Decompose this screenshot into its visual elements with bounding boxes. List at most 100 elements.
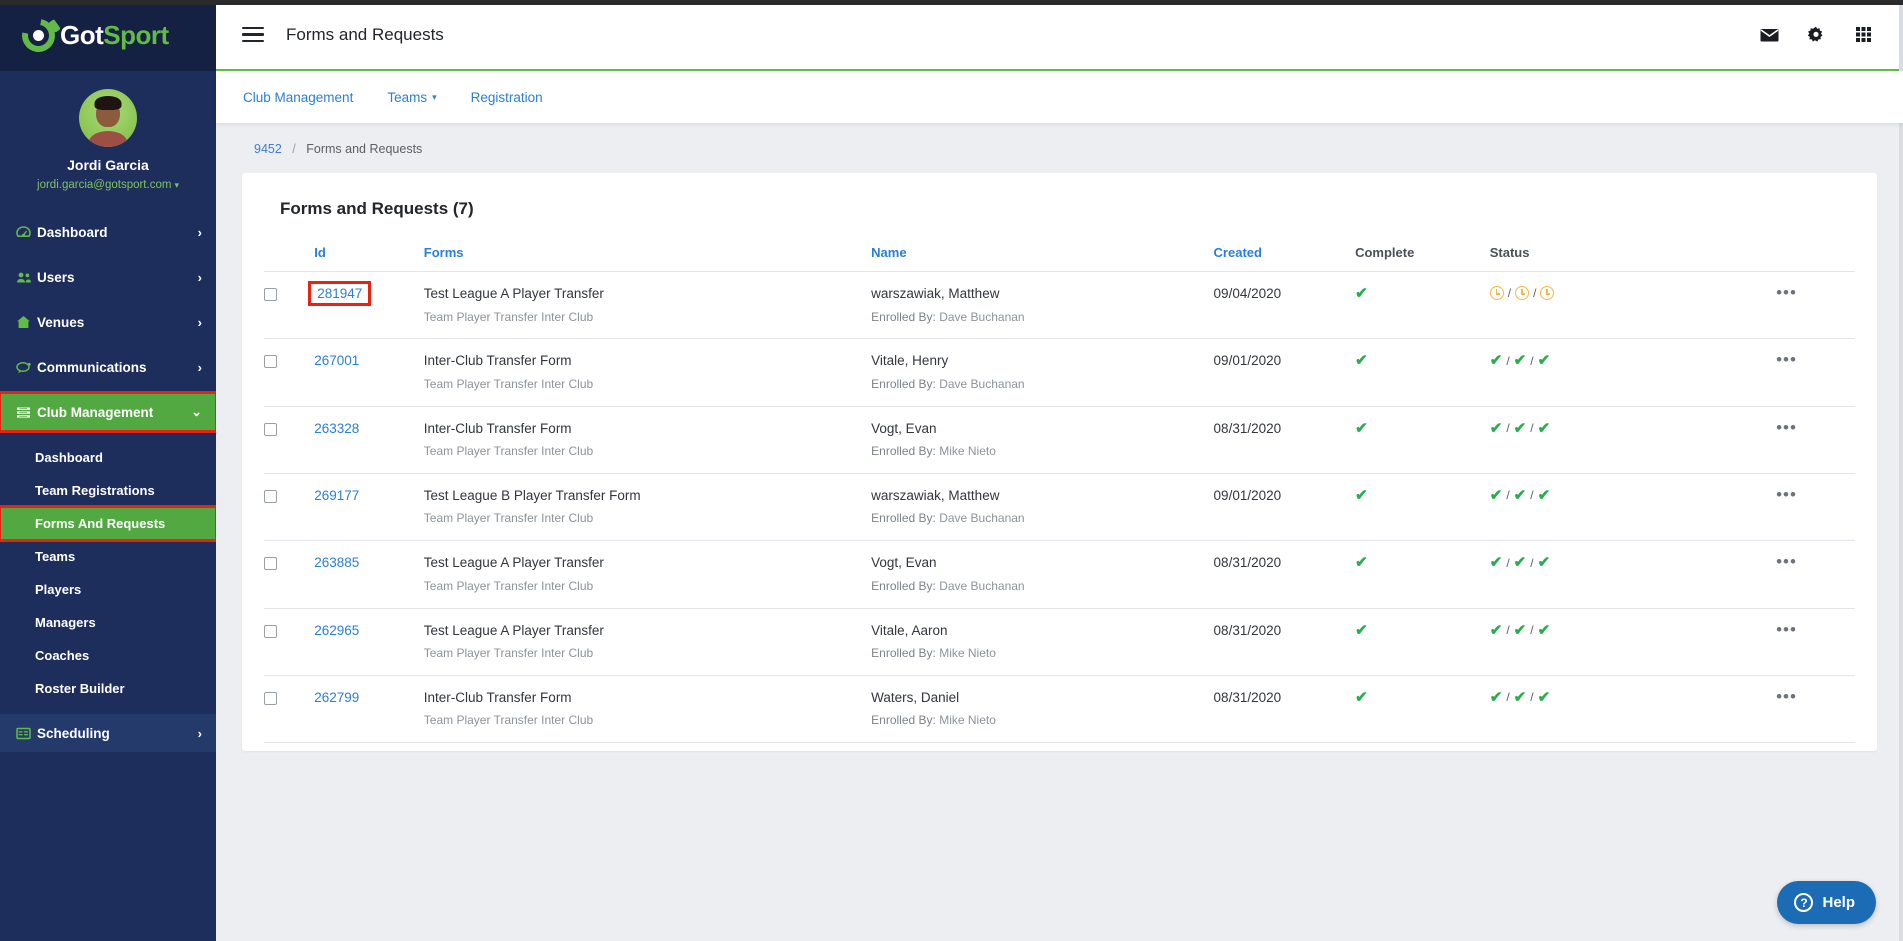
row-actions-menu-button[interactable]: ••• bbox=[1776, 687, 1797, 706]
row-person-name: warszawiak, Matthew bbox=[871, 286, 1000, 301]
row-actions-cell: ••• bbox=[1717, 271, 1855, 340]
row-form-name: Test League B Player Transfer Form bbox=[423, 487, 641, 503]
table-row: 262965 Test League A Player Transfer Team … bbox=[264, 608, 1855, 676]
subnav-item-teams[interactable]: Teams ▾ bbox=[387, 90, 436, 105]
row-created-cell: 09/01/2020 bbox=[1213, 473, 1356, 542]
profile-email-dropdown[interactable]: jordi.garcia@gotsport.com ▾ bbox=[0, 179, 216, 191]
row-id-cell: 269177 bbox=[314, 473, 424, 542]
row-checkbox[interactable] bbox=[264, 691, 277, 705]
row-actions-menu-button[interactable]: ••• bbox=[1776, 485, 1797, 504]
row-id-link[interactable]: 269177 bbox=[314, 488, 359, 503]
row-actions-menu-button[interactable]: ••• bbox=[1776, 552, 1797, 571]
row-select-cell bbox=[264, 406, 315, 474]
sidebar-item-managers[interactable]: Managers bbox=[0, 606, 216, 639]
row-id-link[interactable]: 262799 bbox=[314, 690, 359, 705]
row-name-cell: Vitale, Henry Enrolled By: Dave Buchanan bbox=[871, 338, 1214, 407]
sidebar-label-users: Users bbox=[37, 269, 75, 285]
status-approved-check-icon: ✔ bbox=[1513, 352, 1527, 370]
sidebar-item-roster-builder[interactable]: Roster Builder bbox=[0, 672, 216, 705]
row-checkbox[interactable] bbox=[264, 489, 277, 503]
sidebar-item-cm-dashboard[interactable]: Dashboard bbox=[0, 441, 216, 474]
row-id-link[interactable]: 263328 bbox=[314, 421, 359, 436]
subnav-item-club-management[interactable]: Club Management bbox=[243, 90, 353, 105]
row-person-name: warszawiak, Matthew bbox=[871, 487, 1000, 503]
sidebar-item-forms-and-requests[interactable]: Forms And Requests bbox=[0, 505, 216, 542]
page-scrollbar[interactable] bbox=[1899, 0, 1903, 941]
column-header-id[interactable]: Id bbox=[314, 245, 424, 272]
table-row: 267001 Inter-Club Transfer Form Team Playe… bbox=[264, 338, 1855, 407]
subnav-item-registration[interactable]: Registration bbox=[471, 90, 543, 105]
avatar[interactable] bbox=[79, 89, 137, 147]
sidebar: GotSport Jordi Garcia jordi.garcia@gotsp… bbox=[0, 0, 216, 941]
row-actions-menu-button[interactable]: ••• bbox=[1776, 418, 1797, 437]
row-id-link[interactable]: 263885 bbox=[314, 555, 359, 570]
row-created-cell: 09/01/2020 bbox=[1213, 338, 1356, 407]
table-row: 262799 Inter-Club Transfer Form Team Playe… bbox=[264, 675, 1855, 744]
row-created-cell: 08/31/2020 bbox=[1213, 540, 1356, 609]
gear-icon[interactable] bbox=[1806, 25, 1826, 45]
id-wrapper: 269177 bbox=[314, 488, 359, 503]
brand-logo[interactable]: GotSport bbox=[0, 0, 216, 71]
row-status-cell: ✔ / ✔ / ✔ bbox=[1489, 675, 1718, 744]
row-enrolled-by: Enrolled By: Mike Nieto bbox=[871, 646, 996, 661]
mail-icon[interactable] bbox=[1759, 25, 1779, 45]
sidebar-item-venues[interactable]: Venues › bbox=[0, 303, 216, 341]
row-actions-menu-button[interactable]: ••• bbox=[1776, 350, 1797, 369]
sidebar-item-team-registrations[interactable]: Team Registrations bbox=[0, 474, 216, 507]
subnav-label-teams: Teams bbox=[387, 89, 428, 105]
row-checkbox[interactable] bbox=[264, 355, 277, 369]
sidebar-item-players[interactable]: Players bbox=[0, 573, 216, 606]
status-separator: / bbox=[1506, 623, 1510, 638]
status-approved-check-icon: ✔ bbox=[1513, 554, 1527, 572]
status-pending-clock-icon bbox=[1540, 286, 1555, 300]
row-created-cell: 08/31/2020 bbox=[1213, 406, 1356, 474]
sidebar-item-club-management[interactable]: Club Management ⌄ bbox=[0, 391, 216, 433]
sidebar-item-teams[interactable]: Teams bbox=[0, 540, 216, 573]
top-header-icons bbox=[1759, 25, 1873, 45]
sidebar-label-scheduling: Scheduling bbox=[37, 725, 110, 741]
breadcrumb: 9452 / Forms and Requests bbox=[242, 123, 1877, 173]
row-checkbox[interactable] bbox=[264, 557, 277, 571]
breadcrumb-root-link[interactable]: 9452 bbox=[254, 142, 282, 156]
column-header-created[interactable]: Created bbox=[1213, 245, 1356, 272]
sidebar-item-dashboard[interactable]: Dashboard › bbox=[0, 213, 216, 251]
sidebar-item-scheduling[interactable]: Scheduling › bbox=[0, 714, 216, 752]
status-pending-clock-icon bbox=[1515, 286, 1530, 300]
row-form-subtype: Team Player Transfer Inter Club bbox=[423, 376, 594, 391]
id-wrapper: 267001 bbox=[314, 353, 359, 368]
sidebar-item-coaches[interactable]: Coaches bbox=[0, 639, 216, 672]
row-id-link[interactable]: 267001 bbox=[314, 353, 359, 368]
column-header-forms[interactable]: Forms bbox=[423, 245, 872, 272]
row-checkbox[interactable] bbox=[264, 624, 277, 638]
row-enrolled-by: Enrolled By: Dave Buchanan bbox=[871, 376, 1025, 391]
row-id-link[interactable]: 262965 bbox=[314, 623, 359, 638]
status-separator: / bbox=[1506, 421, 1510, 436]
row-checkbox[interactable] bbox=[264, 422, 277, 436]
sidebar-label-communications: Communications bbox=[37, 359, 147, 375]
row-complete-cell: ✔ bbox=[1355, 675, 1490, 744]
chevron-down-icon: ▾ bbox=[432, 91, 437, 102]
club-management-list-icon bbox=[16, 406, 37, 419]
sidebar-item-users[interactable]: Users › bbox=[0, 258, 216, 296]
row-checkbox[interactable] bbox=[264, 288, 277, 301]
chevron-down-icon: ▾ bbox=[174, 180, 179, 190]
brand-wordmark: GotSport bbox=[60, 20, 169, 51]
complete-check-icon: ✔ bbox=[1355, 554, 1368, 572]
complete-check-icon: ✔ bbox=[1355, 688, 1368, 706]
row-actions-menu-button[interactable]: ••• bbox=[1776, 283, 1797, 302]
forms-and-requests-card: Forms and Requests (7) Id Forms Name Cre… bbox=[242, 173, 1877, 752]
row-complete-cell: ✔ bbox=[1355, 473, 1490, 542]
row-id-link[interactable]: 281947 bbox=[317, 286, 362, 301]
row-actions-menu-button[interactable]: ••• bbox=[1776, 620, 1797, 639]
app-root: GotSport Jordi Garcia jordi.garcia@gotsp… bbox=[0, 0, 1903, 941]
help-button[interactable]: ? Help bbox=[1777, 881, 1876, 924]
column-header-name[interactable]: Name bbox=[871, 245, 1214, 272]
hamburger-menu-icon[interactable] bbox=[242, 23, 264, 47]
row-complete-cell: ✔ bbox=[1355, 608, 1490, 676]
apps-grid-icon[interactable] bbox=[1853, 25, 1873, 45]
sidebar-item-communications[interactable]: Communications › bbox=[0, 348, 216, 386]
column-header-complete: Complete bbox=[1355, 245, 1490, 272]
row-created-date: 08/31/2020 bbox=[1213, 689, 1282, 705]
breadcrumb-separator: / bbox=[292, 142, 296, 156]
row-forms-cell: Inter-Club Transfer Form Team Player Tran… bbox=[423, 338, 872, 407]
